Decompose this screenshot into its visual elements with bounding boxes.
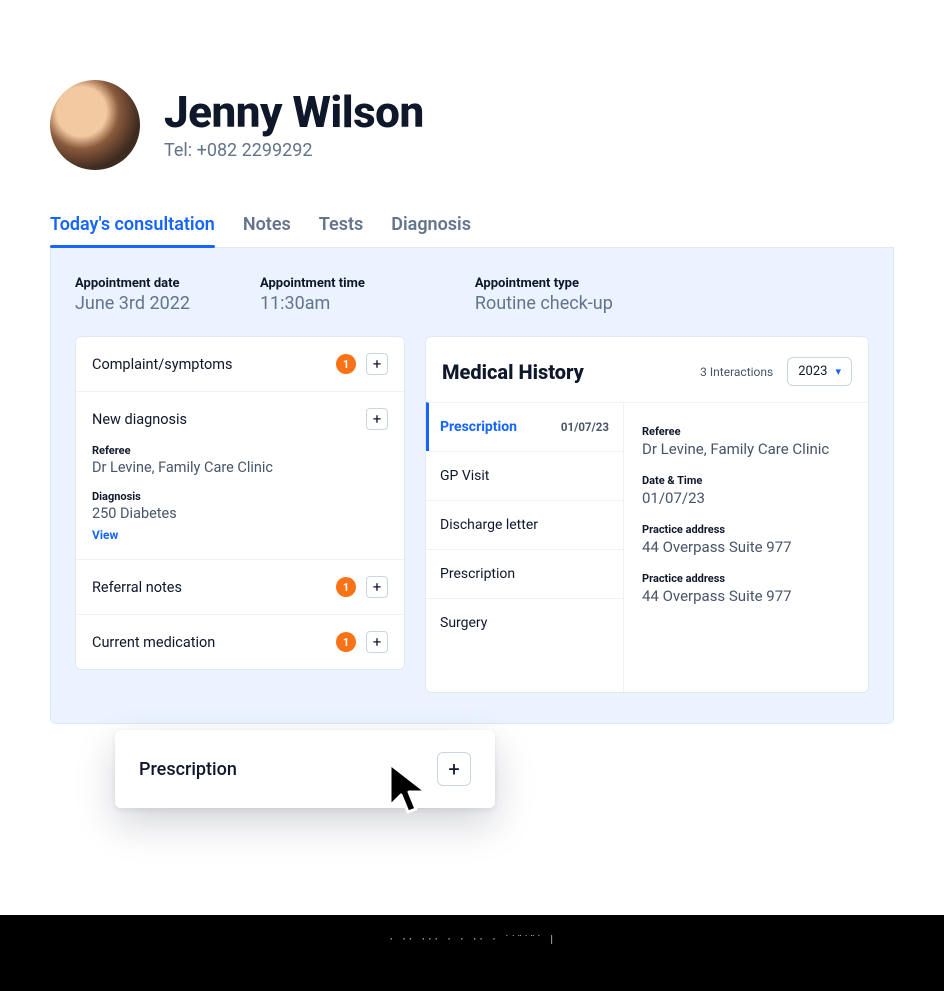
section-referral-title: Referral notes	[92, 579, 326, 596]
tab-diagnosis[interactable]: Diagnosis	[391, 204, 471, 247]
appt-date-label: Appointment date	[75, 276, 190, 291]
history-item-surgery[interactable]: Surgery	[426, 598, 623, 647]
history-item-prescription[interactable]: Prescription 01/07/23	[426, 402, 623, 451]
section-complaint-title: Complaint/symptoms	[92, 356, 326, 373]
year-select[interactable]: 2023 ▾	[787, 357, 852, 386]
consultation-sections: Complaint/symptoms 1 + New diagnosis + R…	[75, 336, 405, 670]
detail-datetime-label: Date & Time	[642, 474, 850, 487]
history-list: Prescription 01/07/23 GP Visit Discharge…	[426, 402, 624, 692]
add-diagnosis-button[interactable]: +	[366, 408, 388, 430]
appt-type-label: Appointment type	[475, 276, 613, 291]
detail-addr1-value: 44 Overpass Suite 977	[642, 538, 850, 556]
diagnosis-referee-value: Dr Levine, Family Care Clinic	[92, 459, 388, 476]
decorative-scribble: · ·· ··· · · ·· · ˙˙¨˙¨˙ |	[389, 935, 556, 945]
medical-history: Medical History 3 Interactions 2023 ▾ Pr…	[425, 336, 869, 693]
section-complaint-badge: 1	[336, 354, 356, 374]
detail-addr2-label: Practice address	[642, 572, 850, 585]
detail-addr1-label: Practice address	[642, 523, 850, 536]
appt-time-value: 11:30am	[260, 293, 365, 314]
plus-icon: +	[373, 355, 382, 373]
plus-icon: +	[373, 633, 382, 651]
history-item-prescription-2[interactable]: Prescription	[426, 549, 623, 598]
section-medication-title: Current medication	[92, 634, 326, 651]
history-item-label: Discharge letter	[440, 517, 538, 533]
tabs: Today's consultation Notes Tests Diagnos…	[50, 204, 894, 248]
plus-icon: +	[448, 757, 459, 781]
section-medication-badge: 1	[336, 632, 356, 652]
chevron-down-icon: ▾	[835, 365, 841, 378]
history-item-label: GP Visit	[440, 468, 489, 484]
detail-referee-value: Dr Levine, Family Care Clinic	[642, 440, 850, 458]
diagnosis-view-link[interactable]: View	[92, 528, 118, 542]
appt-type-value: Routine check-up	[475, 293, 613, 314]
history-title: Medical History	[442, 360, 686, 384]
plus-icon: +	[373, 410, 382, 428]
diagnosis-referee-label: Referee	[92, 444, 388, 457]
cursor-icon	[386, 762, 434, 818]
history-item-gp-visit[interactable]: GP Visit	[426, 451, 623, 500]
consultation-panel: Appointment date June 3rd 2022 Appointme…	[50, 248, 894, 724]
add-complaint-button[interactable]: +	[366, 353, 388, 375]
detail-referee-label: Referee	[642, 425, 850, 438]
patient-name: Jenny Wilson	[164, 89, 424, 135]
tab-notes[interactable]: Notes	[243, 204, 291, 247]
history-detail: Referee Dr Levine, Family Care Clinic Da…	[624, 402, 868, 692]
section-diagnosis-title: New diagnosis	[92, 411, 356, 428]
tab-todays-consultation[interactable]: Today's consultation	[50, 204, 215, 247]
add-prescription-button[interactable]: +	[437, 752, 471, 786]
history-item-label: Prescription	[440, 566, 515, 582]
section-referral-badge: 1	[336, 577, 356, 597]
history-item-date: 01/07/23	[561, 420, 609, 434]
diagnosis-diag-value: 250 Diabetes	[92, 505, 388, 522]
detail-datetime-value: 01/07/23	[642, 489, 850, 507]
prescription-float-title: Prescription	[139, 759, 237, 780]
history-item-label: Prescription	[440, 419, 517, 435]
add-referral-button[interactable]: +	[366, 576, 388, 598]
history-item-label: Surgery	[440, 615, 487, 631]
history-item-discharge[interactable]: Discharge letter	[426, 500, 623, 549]
tab-tests[interactable]: Tests	[319, 204, 363, 247]
avatar	[50, 80, 140, 170]
appt-date-value: June 3rd 2022	[75, 293, 190, 314]
appt-time-label: Appointment time	[260, 276, 365, 291]
patient-tel: Tel: +082 2299292	[164, 140, 424, 161]
add-medication-button[interactable]: +	[366, 631, 388, 653]
detail-addr2-value: 44 Overpass Suite 977	[642, 587, 850, 605]
patient-header: Jenny Wilson Tel: +082 2299292	[50, 80, 894, 170]
diagnosis-diag-label: Diagnosis	[92, 490, 388, 503]
plus-icon: +	[373, 578, 382, 596]
year-select-value: 2023	[798, 364, 827, 379]
bottom-bar: · ·· ··· · · ·· · ˙˙¨˙¨˙ |	[0, 915, 944, 991]
history-count: 3 Interactions	[700, 365, 773, 379]
prescription-float-card: Prescription +	[115, 730, 495, 808]
